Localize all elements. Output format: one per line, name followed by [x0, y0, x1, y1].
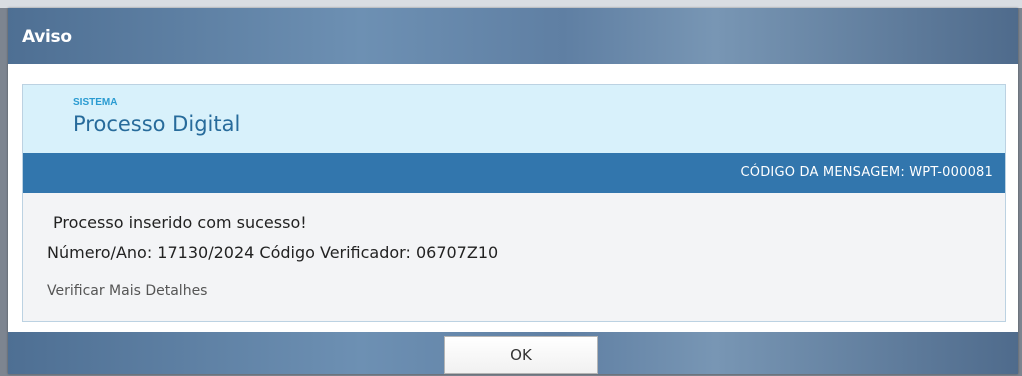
message-content: Processo inserido com sucesso! Número/An…: [23, 193, 1005, 321]
message-code: CÓDIGO DA MENSAGEM: WPT-000081: [740, 165, 993, 180]
ok-button[interactable]: OK: [444, 336, 598, 374]
dialog-body: SISTEMA Processo Digital CÓDIGO DA MENSA…: [8, 64, 1018, 332]
dialog-footer: OK: [8, 332, 1018, 374]
panel-header: SISTEMA Processo Digital: [23, 85, 1005, 153]
message-code-bar: CÓDIGO DA MENSAGEM: WPT-000081: [23, 153, 1005, 193]
system-name: Processo Digital: [73, 112, 241, 136]
system-label: SISTEMA: [73, 97, 118, 108]
dialog-title: Aviso: [22, 27, 72, 47]
dialog-titlebar[interactable]: Aviso: [8, 8, 1018, 64]
backdrop-strip: [0, 0, 1022, 8]
message-panel: SISTEMA Processo Digital CÓDIGO DA MENSA…: [22, 84, 1006, 322]
more-details-link[interactable]: Verificar Mais Detalhes: [47, 283, 207, 299]
alert-dialog: Aviso SISTEMA Processo Digital CÓDIGO DA…: [8, 8, 1018, 374]
success-message: Processo inserido com sucesso!: [53, 213, 307, 232]
process-number-text: Número/Ano: 17130/2024 Código Verificado…: [47, 243, 499, 262]
